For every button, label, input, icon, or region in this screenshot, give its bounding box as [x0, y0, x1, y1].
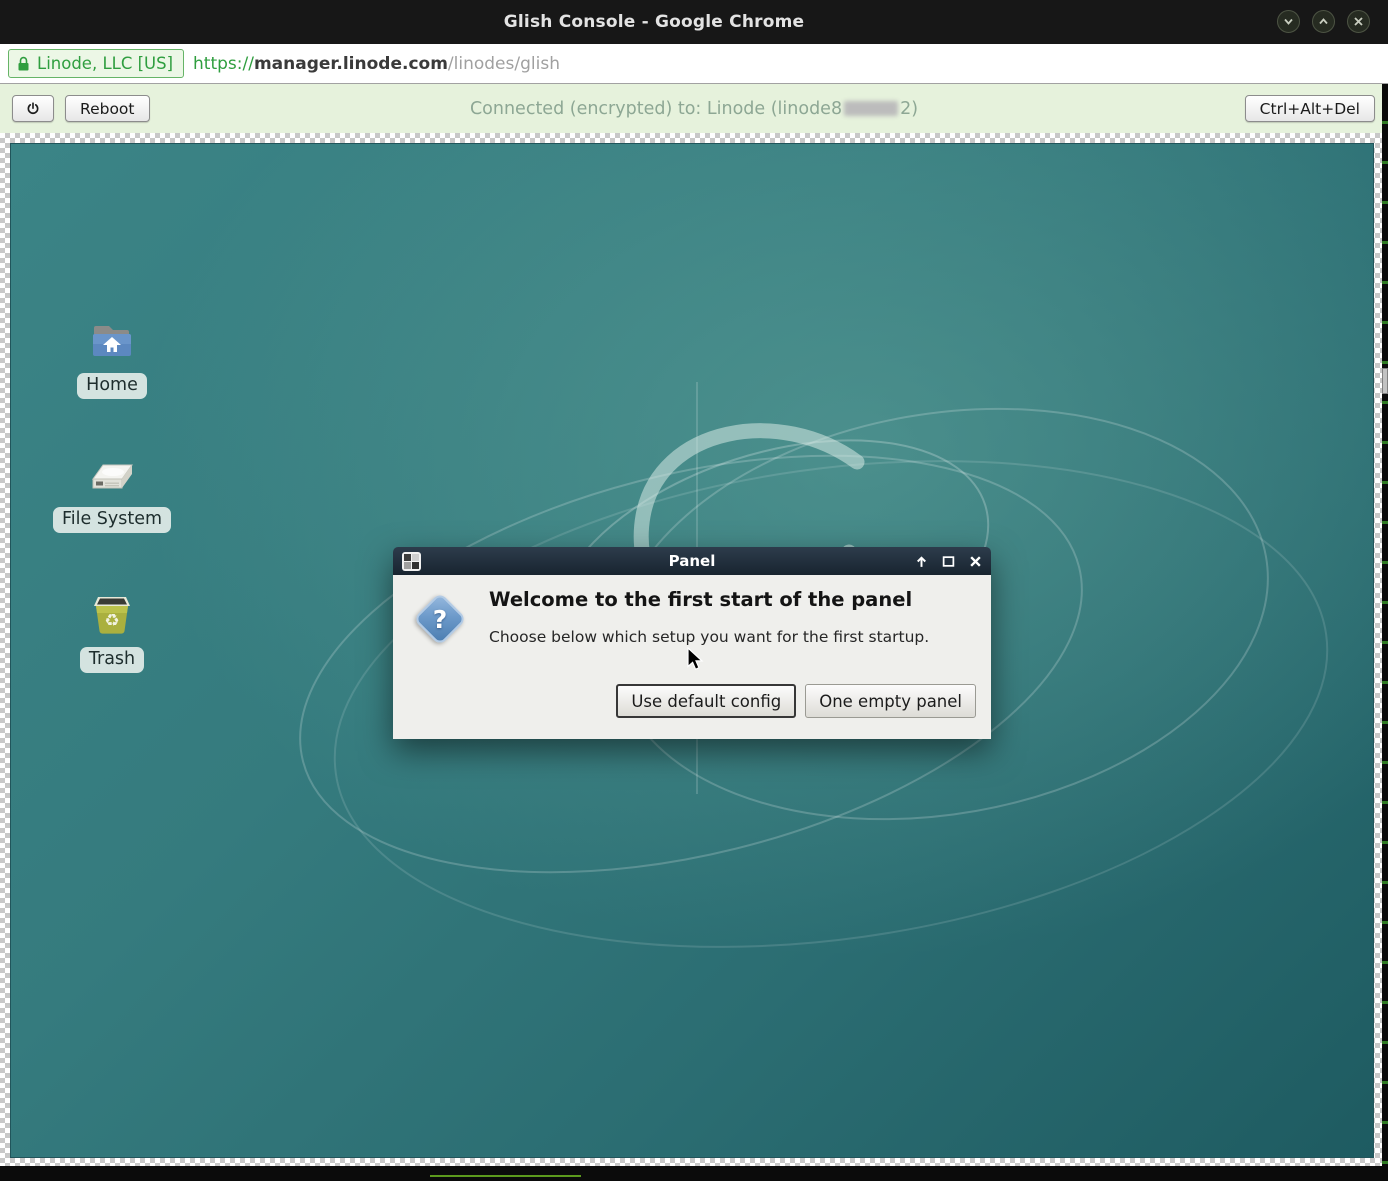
close-icon	[1353, 16, 1364, 27]
dialog-buttons: Use default config One empty panel	[616, 684, 976, 718]
question-icon: ?	[412, 591, 468, 647]
url-scheme: https://	[193, 54, 254, 74]
panel-dialog-title: Panel	[393, 552, 991, 570]
url-host: manager.linode.com	[254, 54, 448, 74]
svg-text:♻: ♻	[104, 611, 119, 631]
dialog-heading: Welcome to the first start of the panel	[489, 588, 912, 611]
panel-dialog: Panel ? Welcome to the first	[393, 547, 991, 739]
desktop-icon-filesystem[interactable]: File System	[47, 456, 177, 533]
padlock-icon	[17, 56, 30, 72]
chevron-down-icon	[1282, 15, 1295, 28]
scrollbar-thumb[interactable]	[1382, 368, 1388, 394]
ctrl-alt-del-button[interactable]: Ctrl+Alt+Del	[1245, 95, 1375, 122]
mouse-cursor-icon	[687, 647, 704, 671]
address-bar[interactable]: Linode, LLC [US] https://manager.linode.…	[0, 44, 1388, 84]
security-badge-label: Linode, LLC [US]	[37, 54, 173, 73]
power-button[interactable]	[12, 95, 54, 122]
dialog-maximize-button[interactable]	[941, 554, 955, 568]
trash-bin-icon: ♻	[89, 590, 135, 636]
arrow-up-icon	[915, 555, 928, 568]
close-button[interactable]	[1347, 10, 1370, 33]
home-folder-icon	[88, 320, 136, 362]
dialog-close-icon	[969, 555, 982, 568]
maximize-square-icon	[942, 555, 955, 568]
url-text[interactable]: https://manager.linode.com/linodes/glish	[193, 54, 560, 74]
connection-status: Connected (encrypted) to: Linode (linode…	[470, 84, 918, 133]
bottom-edge-strip	[0, 1166, 1388, 1181]
rollup-button[interactable]	[914, 554, 928, 568]
status-suffix: 2)	[900, 99, 918, 119]
icon-label-home: Home	[77, 373, 147, 399]
one-empty-panel-button[interactable]: One empty panel	[805, 684, 976, 718]
panel-dialog-titlebar[interactable]: Panel	[393, 547, 991, 575]
dialog-close-button[interactable]	[968, 554, 982, 568]
maximize-button[interactable]	[1312, 10, 1335, 33]
right-edge-strip	[1382, 84, 1388, 1181]
security-badge[interactable]: Linode, LLC [US]	[8, 49, 184, 78]
dialog-message: Choose below which setup you want for th…	[489, 628, 929, 646]
filesystem-drive-icon	[87, 456, 137, 496]
panel-dialog-controls	[914, 554, 982, 568]
desktop-icon-home[interactable]: Home	[47, 320, 177, 399]
redacted-linode-id	[844, 101, 898, 116]
glish-toolbar: Reboot Connected (encrypted) to: Linode …	[0, 84, 1388, 133]
window-controls	[1277, 10, 1370, 33]
desktop-icon-trash[interactable]: ♻ Trash	[47, 590, 177, 673]
icon-label-trash: Trash	[80, 647, 144, 673]
power-icon	[27, 100, 39, 117]
use-default-config-button[interactable]: Use default config	[616, 684, 796, 718]
chrome-titlebar: Glish Console - Google Chrome	[0, 0, 1388, 44]
url-path: /linodes/glish	[448, 54, 560, 74]
bottom-green-line	[430, 1175, 581, 1177]
reboot-button[interactable]: Reboot	[65, 95, 150, 122]
chevron-up-icon	[1317, 15, 1330, 28]
window-title: Glish Console - Google Chrome	[0, 0, 1308, 44]
status-prefix: Connected (encrypted) to: Linode (linode…	[470, 99, 842, 119]
panel-app-icon	[402, 552, 421, 571]
icon-label-filesystem: File System	[53, 507, 171, 533]
minimize-button[interactable]	[1277, 10, 1300, 33]
